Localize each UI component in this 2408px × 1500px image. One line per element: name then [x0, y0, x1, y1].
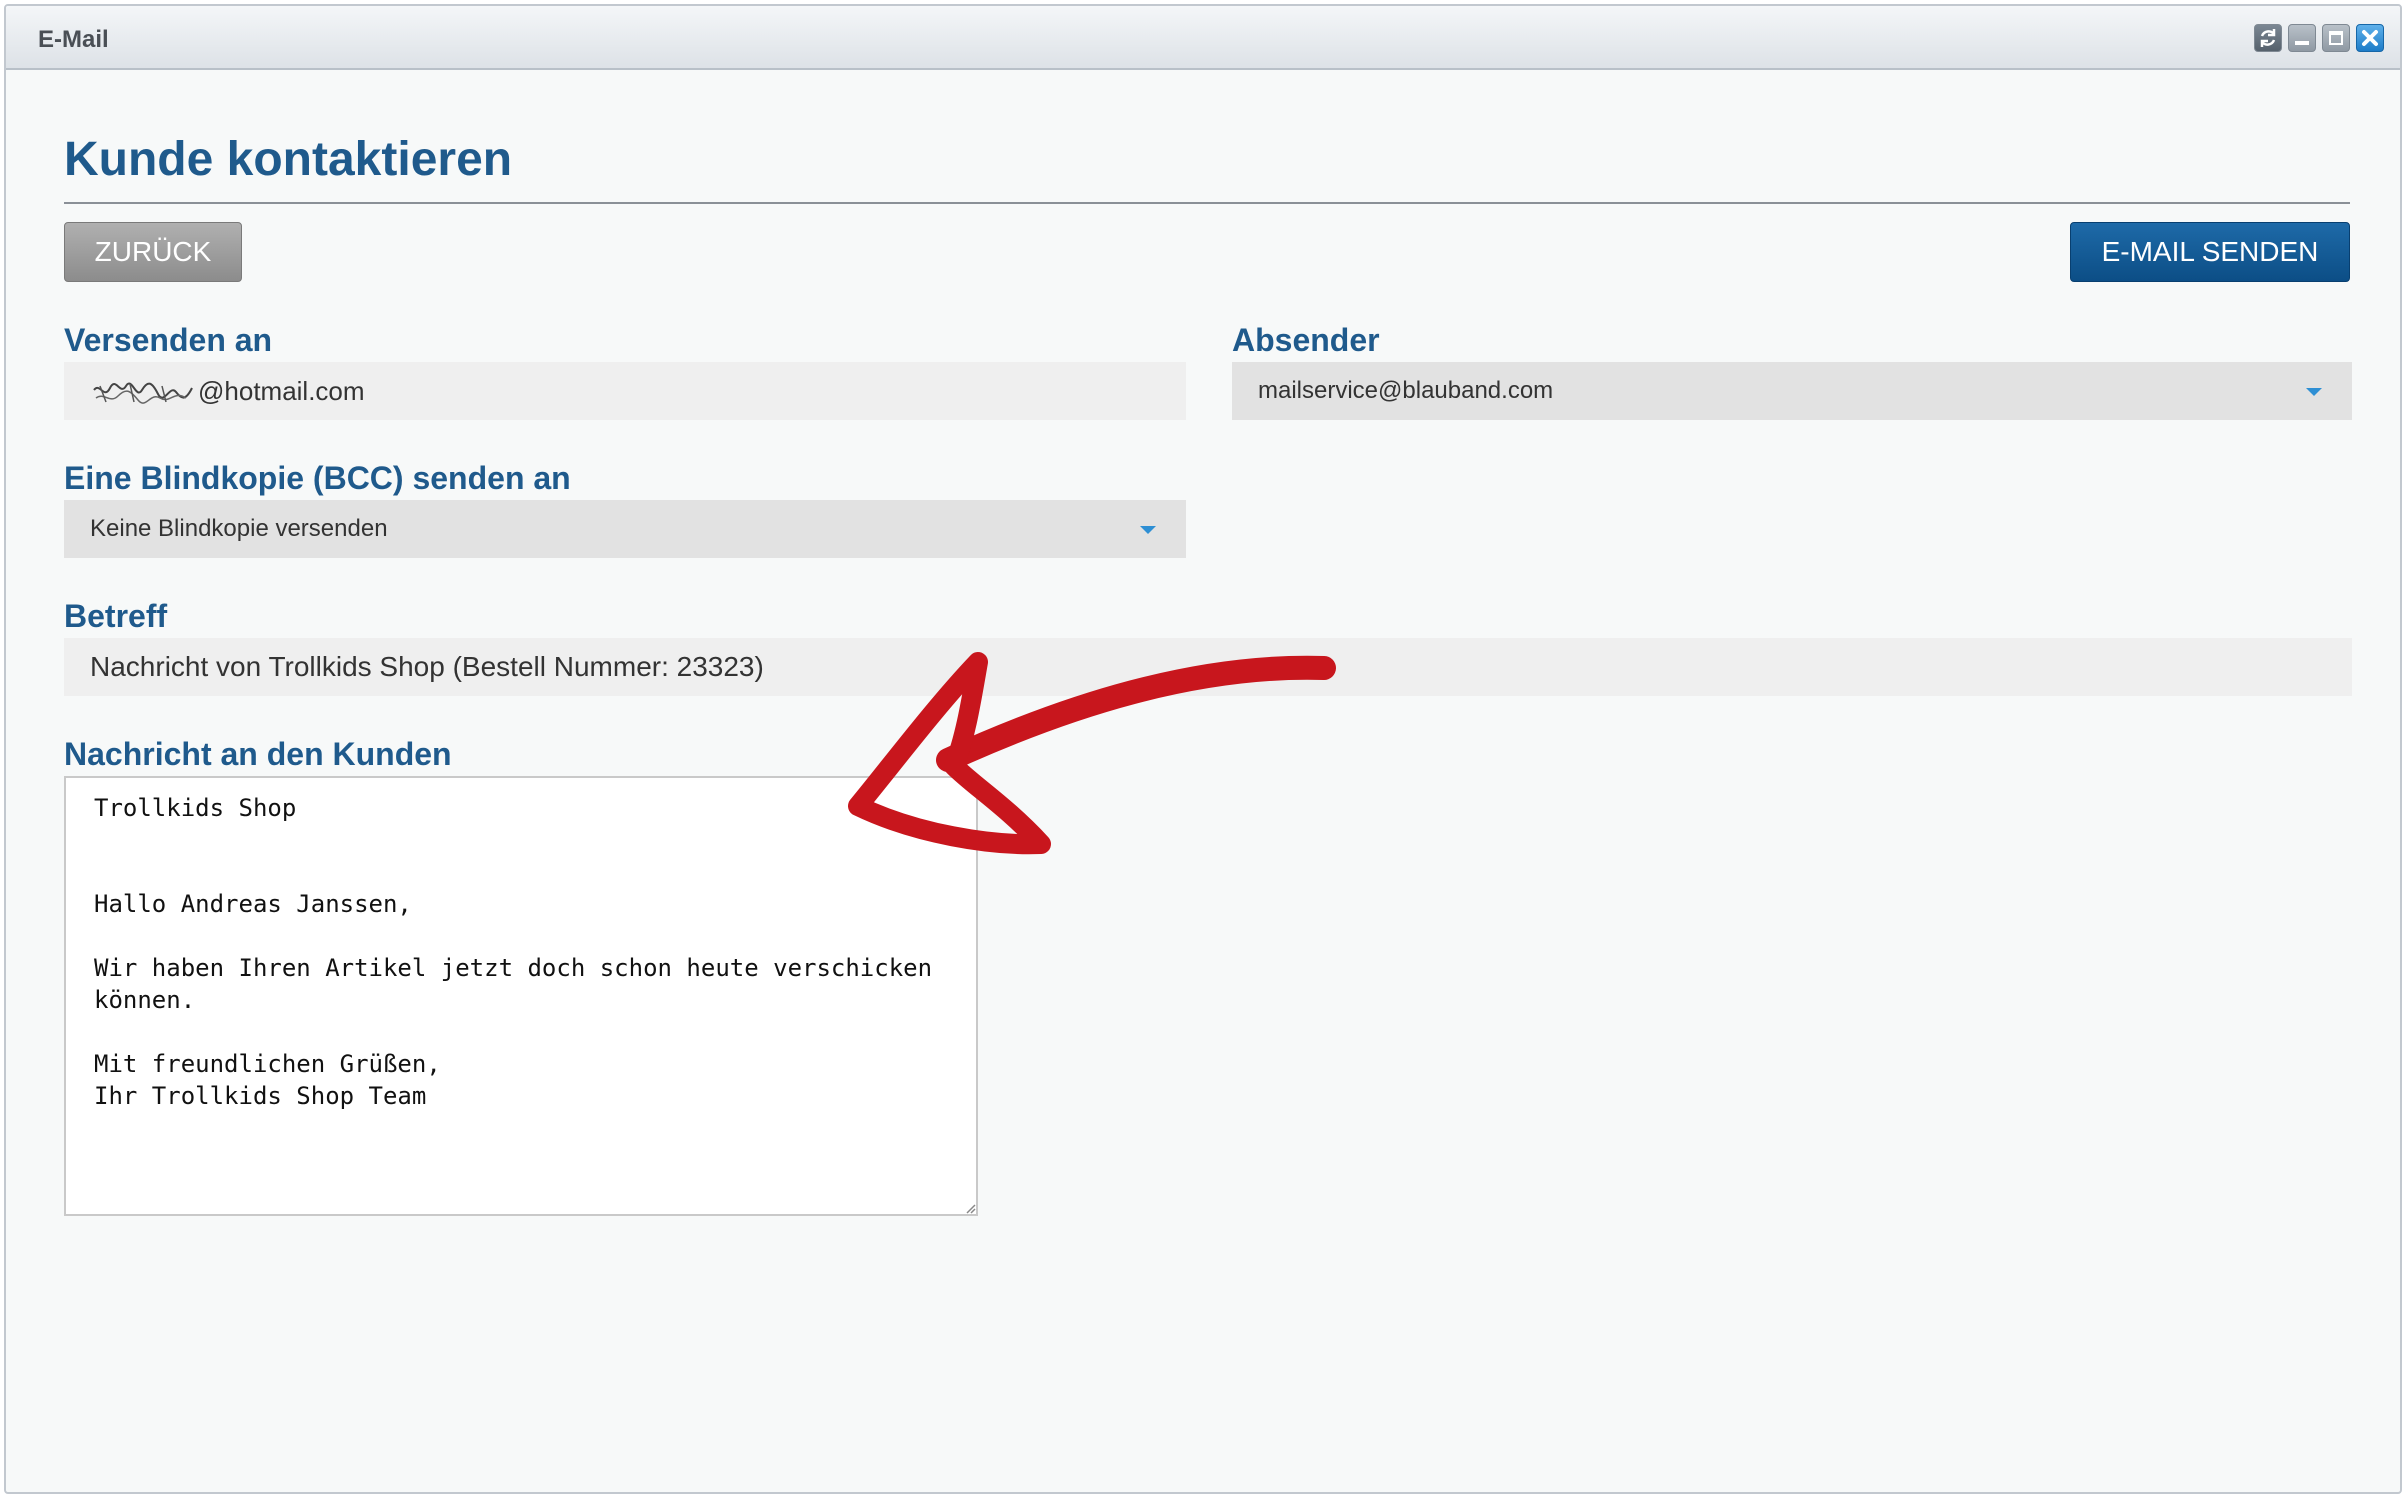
message-textarea[interactable]	[64, 776, 978, 1216]
recipient-email-domain: @hotmail.com	[198, 376, 365, 406]
window-title: E-Mail	[38, 26, 109, 53]
bcc-selected-value: Keine Blindkopie versenden	[90, 515, 388, 542]
sender-selected-value: mailservice@blauband.com	[1258, 377, 1554, 404]
recipient-label: Versenden an	[64, 322, 273, 358]
sender-select[interactable]: mailservice@blauband.com	[1232, 362, 2352, 420]
redacted-email-user	[90, 378, 196, 408]
bcc-label: Eine Blindkopie (BCC) senden an	[64, 460, 571, 496]
window-controls	[2254, 24, 2384, 52]
email-window: E-Mail Kunde kontaktieren ZURÜCK E-MAIL …	[4, 4, 2402, 1494]
chevron-down-icon	[2306, 388, 2322, 396]
subject-label: Betreff	[64, 598, 168, 634]
chevron-down-icon	[1140, 526, 1156, 534]
minimize-icon[interactable]	[2288, 24, 2316, 52]
refresh-icon[interactable]	[2254, 24, 2282, 52]
page-title: Kunde kontaktieren	[64, 133, 513, 186]
recipient-field[interactable]: @hotmail.com	[64, 362, 1186, 420]
maximize-icon[interactable]	[2322, 24, 2350, 52]
subject-input[interactable]	[90, 638, 2239, 696]
resize-handle-icon[interactable]	[964, 1202, 976, 1214]
message-label: Nachricht an den Kunden	[64, 736, 452, 772]
send-email-button[interactable]: E-MAIL SENDEN	[2070, 222, 2350, 282]
bcc-select[interactable]: Keine Blindkopie versenden	[64, 500, 1186, 558]
title-divider	[64, 202, 2350, 204]
close-icon[interactable]	[2356, 24, 2384, 52]
sender-label: Absender	[1232, 322, 1380, 358]
back-button[interactable]: ZURÜCK	[64, 222, 242, 282]
subject-field[interactable]	[64, 638, 2352, 696]
window-titlebar[interactable]: E-Mail	[6, 6, 2400, 70]
